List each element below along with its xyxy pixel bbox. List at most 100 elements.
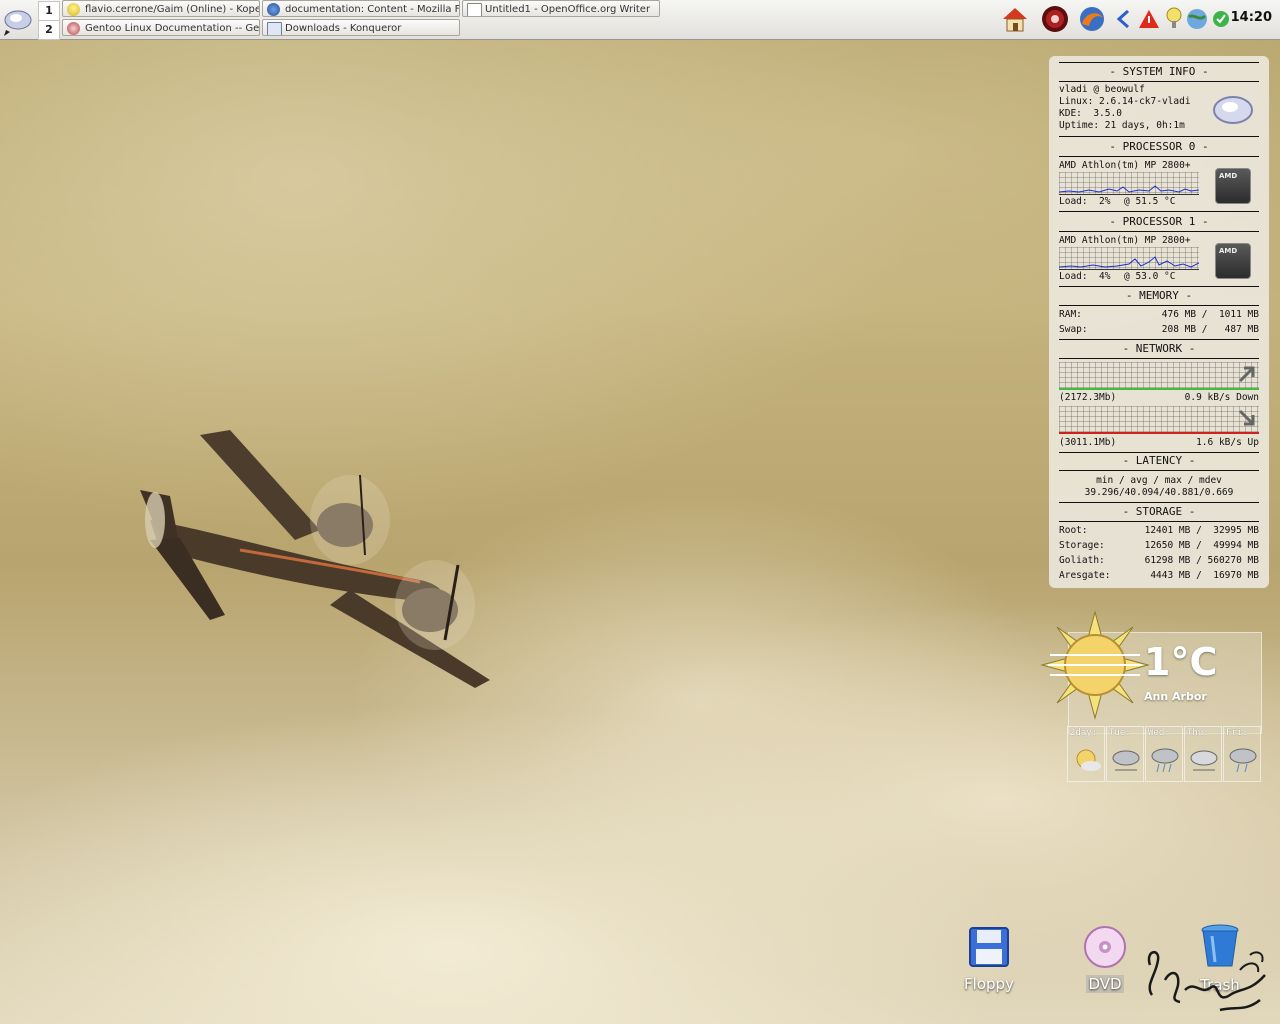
divider (1059, 156, 1259, 157)
cpu1-temp: @ 53.0 °C (1124, 271, 1176, 282)
network-title: - NETWORK - (1122, 342, 1196, 355)
storage-storage-value: 12650 MB / 49994 MB (1144, 540, 1259, 551)
task-konqueror[interactable]: Downloads - Konqueror (262, 19, 460, 36)
storage-root-label: Root: (1059, 525, 1088, 536)
update-check-icon[interactable] (1211, 4, 1231, 34)
divider (1059, 231, 1259, 232)
cpu1-model: AMD Athlon(tm) MP 2800+ (1059, 235, 1191, 246)
floppy-label: Floppy (964, 975, 1014, 993)
memory-title: - MEMORY - (1125, 289, 1193, 302)
storage-title: - STORAGE - (1122, 505, 1196, 518)
weather-city: Ann Arbor (1144, 690, 1207, 703)
divider (1059, 452, 1259, 453)
uptime: Uptime: 21 days, 0h:1m (1059, 120, 1185, 131)
firefox-icon (267, 3, 280, 16)
processor-1-title: - PROCESSOR 1 - (1109, 215, 1209, 228)
dvd-icon (1084, 926, 1126, 968)
cpu0-model: AMD Athlon(tm) MP 2800+ (1059, 160, 1191, 171)
divider (1059, 339, 1259, 340)
divider (1059, 502, 1259, 503)
weather-widget: 1°C Ann Arbor 2day: Tue: Wed: Thu: Fri: (1040, 610, 1262, 785)
desktop-2-button[interactable]: 2 (38, 20, 60, 40)
sunny-cloudy-icon (1076, 749, 1101, 771)
storage-storage-label: Storage: (1059, 540, 1105, 551)
task-openoffice-writer[interactable]: Untitled1 - OpenOffice.org Writer (462, 0, 660, 17)
cloudy-icon (1190, 750, 1218, 771)
upload-total: (3011.1Mb) (1059, 437, 1117, 448)
upload-arrow-icon (1238, 409, 1255, 426)
storage-goliath-label: Goliath: (1059, 555, 1105, 566)
cpu1-load-graph (1058, 247, 1200, 270)
task-label: Untitled1 - OpenOffice.org Writer (485, 4, 651, 15)
upload-rate: 1.6 kB/s Up (1196, 437, 1259, 448)
writer-document-icon (467, 3, 482, 16)
task-gentoo-docs[interactable]: Gentoo Linux Documentation -- Ge (62, 19, 260, 36)
folder-icon (267, 22, 282, 35)
swap-value: 208 MB / 487 MB (1161, 324, 1259, 335)
dvd-label: DVD (1086, 975, 1124, 993)
divider (1059, 470, 1259, 471)
panel-clock[interactable]: 14:20 (1231, 10, 1272, 25)
divider (1059, 305, 1259, 306)
kde-gear-icon (4, 10, 32, 36)
back-arrow-icon[interactable] (1114, 4, 1132, 34)
amd-chip-icon: AMD (1215, 168, 1251, 204)
storage-goliath-value: 61298 MB / 560270 MB (1144, 555, 1259, 566)
forecast-day: Wed: (1148, 728, 1170, 738)
divider (1059, 211, 1259, 212)
cpu0-load: Load: 2% (1059, 196, 1111, 207)
divider (1059, 358, 1259, 359)
desktop-1-button[interactable]: 1 (38, 1, 60, 21)
floppy-desktop-icon[interactable]: Floppy (949, 925, 1029, 993)
task-firefox[interactable]: documentation: Content - Mozilla Fi (262, 0, 460, 17)
kmenu-button[interactable] (2, 2, 36, 36)
latency-values: 39.296/40.094/40.881/0.669 (1084, 487, 1234, 498)
cloudy-icon (1112, 750, 1140, 771)
forecast-thu: Thu: (1184, 726, 1222, 782)
home-icon[interactable] (1000, 4, 1030, 34)
task-label: flavio.cerrone/Gaim (Online) - Kope (85, 4, 260, 15)
warning-icon[interactable] (1137, 4, 1161, 34)
download-rate: 0.9 kB/s Down (1184, 392, 1259, 403)
kde-logo-icon (1213, 96, 1253, 124)
latency-header: min / avg / max / mdev (1096, 475, 1222, 486)
swap-label: Swap: (1059, 324, 1088, 335)
media-player-icon[interactable] (1040, 4, 1070, 34)
upload-graph (1059, 406, 1259, 434)
task-kopete[interactable]: flavio.cerrone/Gaim (Online) - Kope (62, 0, 260, 17)
ram-label: RAM: (1059, 309, 1082, 320)
lightbulb-icon (67, 3, 80, 16)
user-host: vladi @ beowulf (1059, 84, 1145, 95)
rain-icon (1151, 748, 1179, 773)
forecast-day: Tue: (1109, 728, 1131, 738)
forecast-tue: Tue: (1106, 726, 1144, 782)
forecast-day: 2day: (1070, 728, 1098, 738)
forecast-day: Thu: (1187, 728, 1209, 738)
sun-icon (1040, 610, 1150, 720)
system-monitor-widget: - SYSTEM INFO - vladi @ beowulf Linux: 2… (1049, 56, 1269, 588)
ram-value: 476 MB / 1011 MB (1161, 309, 1259, 320)
network-globe-icon[interactable] (1185, 4, 1209, 34)
rain-icon (1229, 748, 1257, 773)
storage-aresgate-value: 4443 MB / 16970 MB (1150, 570, 1259, 581)
divider (1059, 62, 1259, 63)
dvd-desktop-icon[interactable]: DVD (1065, 925, 1145, 993)
cpu0-load-graph (1058, 172, 1200, 195)
current-temperature: 1°C (1144, 640, 1218, 684)
gentoo-icon (67, 22, 80, 35)
forecast-wed: Wed: (1145, 726, 1183, 782)
download-arrow-icon (1238, 366, 1255, 383)
firefox-launcher-icon[interactable] (1077, 4, 1107, 34)
amd-chip-icon: AMD (1215, 243, 1251, 279)
floppy-icon (969, 927, 1009, 967)
kernel-version: Linux: 2.6.14-ck7-vladi (1059, 96, 1191, 107)
forecast-day: Fri: (1226, 728, 1248, 738)
task-label: documentation: Content - Mozilla Fi (285, 4, 460, 15)
kopete-status-icon[interactable] (1163, 4, 1185, 34)
forecast-today: 2day: (1067, 726, 1105, 782)
artist-signature-logo (1147, 951, 1266, 1012)
divider (1059, 286, 1259, 287)
divider (1059, 136, 1259, 137)
task-label: Gentoo Linux Documentation -- Ge (85, 23, 260, 34)
storage-root-value: 12401 MB / 32995 MB (1144, 525, 1259, 536)
